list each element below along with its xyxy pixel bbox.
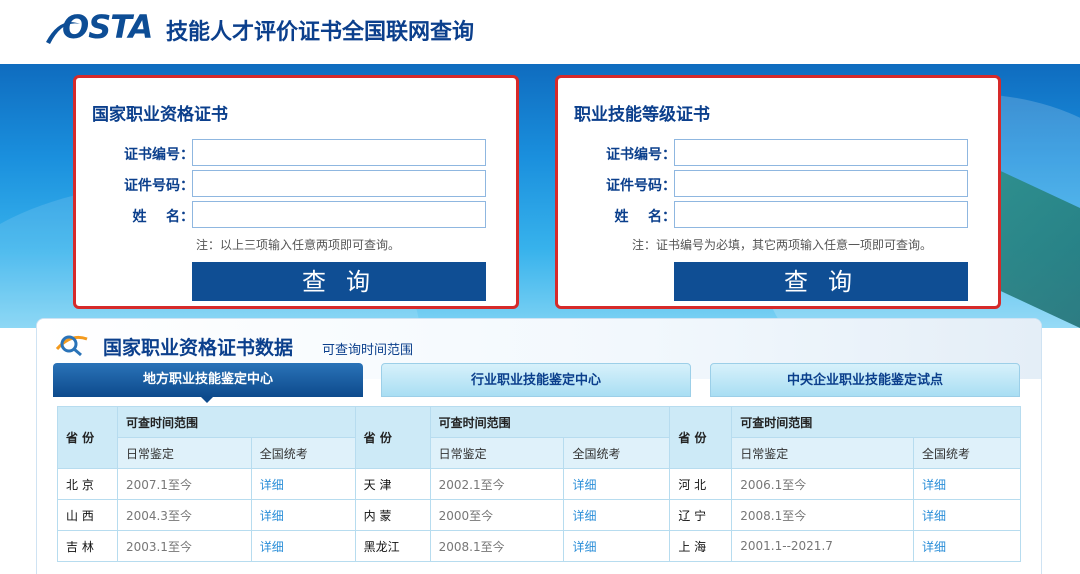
name-row: 姓 名：	[76, 201, 516, 228]
province-cell: 上 海	[669, 530, 733, 562]
id-no-label: 证件号码：	[124, 178, 194, 194]
id-no-row: 证件号码：	[558, 170, 998, 197]
query-button[interactable]: 查询	[192, 262, 486, 301]
detail-link[interactable]: 详细	[913, 499, 1021, 531]
query-box-title: 国家职业资格证书	[92, 105, 228, 125]
province-cell: 吉 林	[57, 530, 118, 562]
table-row: 吉 林 2003.1至今 详细 黑龙江 2008.1至今 详细 上 海 2001…	[57, 530, 1021, 562]
range-cell: 2008.1至今	[429, 530, 565, 562]
range-cell: 2004.3至今	[116, 499, 252, 531]
cert-no-input[interactable]	[192, 139, 486, 166]
province-cell: 辽 宁	[669, 499, 733, 531]
range-cell: 2002.1至今	[429, 468, 565, 500]
active-tab-pointer	[200, 396, 214, 403]
name-label: 姓 名：	[614, 209, 677, 225]
national-header: 全国统考	[563, 437, 671, 469]
cert-no-input[interactable]	[674, 139, 968, 166]
site-title: 技能人才评价证书全国联网查询	[166, 20, 475, 45]
cert-no-label: 证书编号：	[606, 147, 676, 163]
name-row: 姓 名：	[558, 201, 998, 228]
range-cell: 2006.1至今	[731, 468, 915, 500]
detail-link[interactable]: 详细	[250, 499, 356, 531]
id-no-label: 证件号码：	[606, 178, 676, 194]
national-header: 全国统考	[250, 437, 356, 469]
table-header-row: 省 份 可查时间范围 省 份 可查时间范围 省 份 可查时间范围	[57, 406, 1021, 469]
tab-local-center[interactable]: 地方职业技能鉴定中心	[53, 363, 363, 397]
query-button[interactable]: 查询	[674, 262, 968, 301]
province-header: 省 份	[57, 406, 118, 469]
province-header: 省 份	[669, 406, 733, 469]
province-cell: 河 北	[669, 468, 733, 500]
detail-link[interactable]: 详细	[250, 468, 356, 500]
table-subheader-row: 日常鉴定 全国统考 日常鉴定 全国统考 日常鉴定 全国统考	[58, 437, 1021, 469]
name-label: 姓 名：	[132, 209, 195, 225]
province-cell: 内 蒙	[354, 499, 431, 531]
detail-link[interactable]: 详细	[250, 530, 356, 562]
top-header: OSTA 技能人才评价证书全国联网查询	[0, 0, 1080, 64]
query-note: 注：以上三项输入任意两项即可查询。	[196, 238, 401, 252]
panel-subtitle: 可查询时间范围	[322, 343, 414, 358]
detail-link[interactable]: 详细	[563, 468, 671, 500]
range-cell: 2001.1--2021.7	[731, 530, 915, 562]
id-no-input[interactable]	[674, 170, 968, 197]
detail-link[interactable]: 详细	[563, 530, 671, 562]
magnifier-icon	[55, 335, 88, 357]
national-cert-query-box: 国家职业资格证书 证书编号： 证件号码： 姓 名： 注：以上三项输入任意两项即可…	[73, 75, 519, 309]
province-cell: 北 京	[57, 468, 118, 500]
range-cell: 2008.1至今	[731, 499, 915, 531]
province-cell: 天 津	[354, 468, 431, 500]
province-header: 省 份	[354, 406, 431, 469]
range-table: 省 份 可查时间范围 省 份 可查时间范围 省 份 可查时间范围 日常鉴定 全国…	[57, 406, 1021, 562]
logo-swoosh-icon	[46, 22, 80, 44]
table-row: 北 京 2007.1至今 详细 天 津 2002.1至今 详细 河 北 2006…	[57, 468, 1021, 500]
national-header: 全国统考	[913, 437, 1021, 469]
query-box-title: 职业技能等级证书	[574, 105, 710, 125]
range-header: 可查时间范围	[731, 406, 1021, 438]
province-cell: 黑龙江	[354, 530, 431, 562]
range-header: 可查时间范围	[429, 406, 671, 438]
id-no-input[interactable]	[192, 170, 486, 197]
daily-header: 日常鉴定	[731, 437, 915, 469]
range-cell: 2003.1至今	[116, 530, 252, 562]
cert-no-row: 证书编号：	[558, 139, 998, 166]
table-row: 山 西 2004.3至今 详细 内 蒙 2000至今 详细 辽 宁 2008.1…	[57, 499, 1021, 531]
tab-industry-center[interactable]: 行业职业技能鉴定中心	[381, 363, 691, 397]
skill-level-cert-query-box: 职业技能等级证书 证书编号： 证件号码： 姓 名： 注：证书编号为必填，其它两项…	[555, 75, 1001, 309]
detail-link[interactable]: 详细	[913, 530, 1021, 562]
daily-header: 日常鉴定	[116, 437, 252, 469]
cert-no-label: 证书编号：	[124, 147, 194, 163]
range-header: 可查时间范围	[116, 406, 356, 438]
cert-no-row: 证书编号：	[76, 139, 516, 166]
range-cell: 2000至今	[429, 499, 565, 531]
daily-header: 日常鉴定	[429, 437, 565, 469]
detail-link[interactable]: 详细	[913, 468, 1021, 500]
name-input[interactable]	[192, 201, 486, 228]
tab-central-enterprise[interactable]: 中央企业职业技能鉴定试点	[710, 363, 1020, 397]
range-cell: 2007.1至今	[116, 468, 252, 500]
id-no-row: 证件号码：	[76, 170, 516, 197]
panel-title: 国家职业资格证书数据	[103, 337, 294, 359]
province-cell: 山 西	[57, 499, 118, 531]
detail-link[interactable]: 详细	[563, 499, 671, 531]
name-input[interactable]	[674, 201, 968, 228]
query-note: 注：证书编号为必填，其它两项输入任意一项即可查询。	[632, 238, 933, 252]
